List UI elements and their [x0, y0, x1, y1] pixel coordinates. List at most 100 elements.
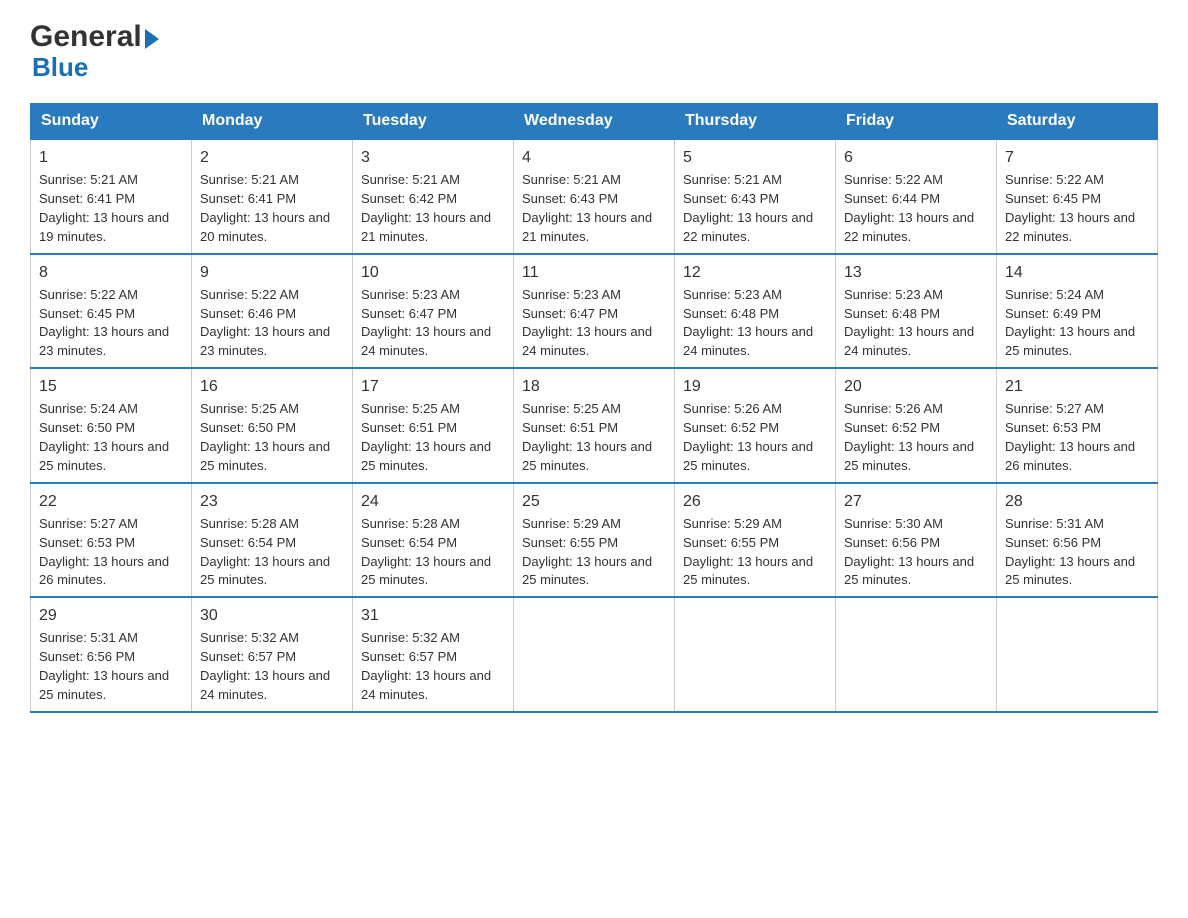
- day-number: 24: [361, 490, 505, 513]
- day-number: 16: [200, 375, 344, 398]
- calendar-cell: [997, 597, 1158, 712]
- day-number: 7: [1005, 146, 1149, 169]
- calendar-week-row: 8Sunrise: 5:22 AMSunset: 6:45 PMDaylight…: [31, 254, 1158, 369]
- day-number: 2: [200, 146, 344, 169]
- calendar-cell: 19Sunrise: 5:26 AMSunset: 6:52 PMDayligh…: [675, 368, 836, 483]
- day-number: 27: [844, 490, 988, 513]
- day-number: 3: [361, 146, 505, 169]
- day-number: 29: [39, 604, 183, 627]
- day-info: Sunrise: 5:31 AMSunset: 6:56 PMDaylight:…: [39, 630, 169, 702]
- header-friday: Friday: [836, 104, 997, 140]
- day-number: 28: [1005, 490, 1149, 513]
- header-wednesday: Wednesday: [514, 104, 675, 140]
- calendar-week-row: 15 Sunrise: 5:24 AMSunset: 6:50 PMDayligh…: [31, 368, 1158, 483]
- day-info: Sunrise: 5:23 AMSunset: 6:48 PMDaylight:…: [844, 287, 974, 359]
- day-number: 6: [844, 146, 988, 169]
- day-info: Sunrise: 5:23 AMSunset: 6:47 PMDaylight:…: [522, 287, 652, 359]
- calendar-cell: 15 Sunrise: 5:24 AMSunset: 6:50 PMDayligh…: [31, 368, 192, 483]
- day-number: 4: [522, 146, 666, 169]
- calendar-cell: 27 Sunrise: 5:30 AMSunset: 6:56 PMDayligh…: [836, 483, 997, 598]
- day-info: Sunrise: 5:22 AMSunset: 6:45 PMDaylight:…: [1005, 172, 1135, 244]
- calendar-cell: 28 Sunrise: 5:31 AMSunset: 6:56 PMDayligh…: [997, 483, 1158, 598]
- day-info: Sunrise: 5:21 AMSunset: 6:43 PMDaylight:…: [522, 172, 652, 244]
- day-info: Sunrise: 5:22 AMSunset: 6:46 PMDaylight:…: [200, 287, 330, 359]
- calendar-cell: 1Sunrise: 5:21 AMSunset: 6:41 PMDaylight…: [31, 139, 192, 254]
- calendar-cell: 9 Sunrise: 5:22 AMSunset: 6:46 PMDaylight…: [192, 254, 353, 369]
- calendar-cell: 18 Sunrise: 5:25 AMSunset: 6:51 PMDayligh…: [514, 368, 675, 483]
- day-number: 31: [361, 604, 505, 627]
- day-info: Sunrise: 5:25 AMSunset: 6:51 PMDaylight:…: [361, 401, 491, 473]
- day-info: Sunrise: 5:24 AMSunset: 6:50 PMDaylight:…: [39, 401, 169, 473]
- logo-general-text: General: [30, 20, 142, 54]
- calendar-cell: 13 Sunrise: 5:23 AMSunset: 6:48 PMDayligh…: [836, 254, 997, 369]
- day-number: 22: [39, 490, 183, 513]
- calendar-cell: 5Sunrise: 5:21 AMSunset: 6:43 PMDaylight…: [675, 139, 836, 254]
- page-header: General Blue: [30, 20, 1158, 83]
- calendar-cell: 14Sunrise: 5:24 AMSunset: 6:49 PMDayligh…: [997, 254, 1158, 369]
- logo-triangle-icon: [145, 29, 159, 49]
- day-info: Sunrise: 5:27 AMSunset: 6:53 PMDaylight:…: [39, 516, 169, 588]
- day-info: Sunrise: 5:32 AMSunset: 6:57 PMDaylight:…: [200, 630, 330, 702]
- calendar-cell: 8Sunrise: 5:22 AMSunset: 6:45 PMDaylight…: [31, 254, 192, 369]
- calendar-cell: 23 Sunrise: 5:28 AMSunset: 6:54 PMDayligh…: [192, 483, 353, 598]
- day-info: Sunrise: 5:26 AMSunset: 6:52 PMDaylight:…: [844, 401, 974, 473]
- day-info: Sunrise: 5:28 AMSunset: 6:54 PMDaylight:…: [361, 516, 491, 588]
- calendar-cell: 10 Sunrise: 5:23 AMSunset: 6:47 PMDayligh…: [353, 254, 514, 369]
- calendar-cell: 7 Sunrise: 5:22 AMSunset: 6:45 PMDaylight…: [997, 139, 1158, 254]
- day-number: 10: [361, 261, 505, 284]
- calendar-cell: 11 Sunrise: 5:23 AMSunset: 6:47 PMDayligh…: [514, 254, 675, 369]
- day-info: Sunrise: 5:27 AMSunset: 6:53 PMDaylight:…: [1005, 401, 1135, 473]
- calendar-table: Sunday Monday Tuesday Wednesday Thursday…: [30, 103, 1158, 713]
- calendar-week-row: 29 Sunrise: 5:31 AMSunset: 6:56 PMDayligh…: [31, 597, 1158, 712]
- day-number: 23: [200, 490, 344, 513]
- day-info: Sunrise: 5:29 AMSunset: 6:55 PMDaylight:…: [522, 516, 652, 588]
- logo-blue-text: Blue: [32, 52, 88, 83]
- day-number: 20: [844, 375, 988, 398]
- day-number: 25: [522, 490, 666, 513]
- calendar-cell: 29 Sunrise: 5:31 AMSunset: 6:56 PMDayligh…: [31, 597, 192, 712]
- calendar-cell: 25 Sunrise: 5:29 AMSunset: 6:55 PMDayligh…: [514, 483, 675, 598]
- calendar-cell: 4 Sunrise: 5:21 AMSunset: 6:43 PMDaylight…: [514, 139, 675, 254]
- day-number: 26: [683, 490, 827, 513]
- day-info: Sunrise: 5:23 AMSunset: 6:48 PMDaylight:…: [683, 287, 813, 359]
- calendar-cell: 6 Sunrise: 5:22 AMSunset: 6:44 PMDaylight…: [836, 139, 997, 254]
- day-info: Sunrise: 5:25 AMSunset: 6:50 PMDaylight:…: [200, 401, 330, 473]
- day-info: Sunrise: 5:30 AMSunset: 6:56 PMDaylight:…: [844, 516, 974, 588]
- day-info: Sunrise: 5:31 AMSunset: 6:56 PMDaylight:…: [1005, 516, 1135, 588]
- header-thursday: Thursday: [675, 104, 836, 140]
- day-number: 30: [200, 604, 344, 627]
- day-info: Sunrise: 5:22 AMSunset: 6:44 PMDaylight:…: [844, 172, 974, 244]
- day-info: Sunrise: 5:28 AMSunset: 6:54 PMDaylight:…: [200, 516, 330, 588]
- day-info: Sunrise: 5:21 AMSunset: 6:42 PMDaylight:…: [361, 172, 491, 244]
- header-sunday: Sunday: [31, 104, 192, 140]
- calendar-cell: 21 Sunrise: 5:27 AMSunset: 6:53 PMDayligh…: [997, 368, 1158, 483]
- day-info: Sunrise: 5:21 AMSunset: 6:43 PMDaylight:…: [683, 172, 813, 244]
- calendar-header-row: Sunday Monday Tuesday Wednesday Thursday…: [31, 104, 1158, 140]
- day-info: Sunrise: 5:23 AMSunset: 6:47 PMDaylight:…: [361, 287, 491, 359]
- calendar-cell: 26 Sunrise: 5:29 AMSunset: 6:55 PMDayligh…: [675, 483, 836, 598]
- calendar-cell: 31 Sunrise: 5:32 AMSunset: 6:57 PMDayligh…: [353, 597, 514, 712]
- calendar-cell: 24 Sunrise: 5:28 AMSunset: 6:54 PMDayligh…: [353, 483, 514, 598]
- calendar-week-row: 22 Sunrise: 5:27 AMSunset: 6:53 PMDayligh…: [31, 483, 1158, 598]
- day-info: Sunrise: 5:29 AMSunset: 6:55 PMDaylight:…: [683, 516, 813, 588]
- day-number: 18: [522, 375, 666, 398]
- day-number: 9: [200, 261, 344, 284]
- day-info: Sunrise: 5:24 AMSunset: 6:49 PMDaylight:…: [1005, 287, 1135, 359]
- day-info: Sunrise: 5:25 AMSunset: 6:51 PMDaylight:…: [522, 401, 652, 473]
- calendar-cell: [675, 597, 836, 712]
- calendar-cell: 16 Sunrise: 5:25 AMSunset: 6:50 PMDayligh…: [192, 368, 353, 483]
- calendar-cell: 17Sunrise: 5:25 AMSunset: 6:51 PMDayligh…: [353, 368, 514, 483]
- day-number: 1: [39, 146, 183, 169]
- calendar-cell: 20 Sunrise: 5:26 AMSunset: 6:52 PMDayligh…: [836, 368, 997, 483]
- day-number: 21: [1005, 375, 1149, 398]
- day-info: Sunrise: 5:32 AMSunset: 6:57 PMDaylight:…: [361, 630, 491, 702]
- calendar-cell: [514, 597, 675, 712]
- day-info: Sunrise: 5:22 AMSunset: 6:45 PMDaylight:…: [39, 287, 169, 359]
- calendar-cell: 2Sunrise: 5:21 AMSunset: 6:41 PMDaylight…: [192, 139, 353, 254]
- header-monday: Monday: [192, 104, 353, 140]
- day-number: 13: [844, 261, 988, 284]
- day-number: 15: [39, 375, 183, 398]
- calendar-cell: 22 Sunrise: 5:27 AMSunset: 6:53 PMDayligh…: [31, 483, 192, 598]
- day-number: 12: [683, 261, 827, 284]
- day-number: 11: [522, 261, 666, 284]
